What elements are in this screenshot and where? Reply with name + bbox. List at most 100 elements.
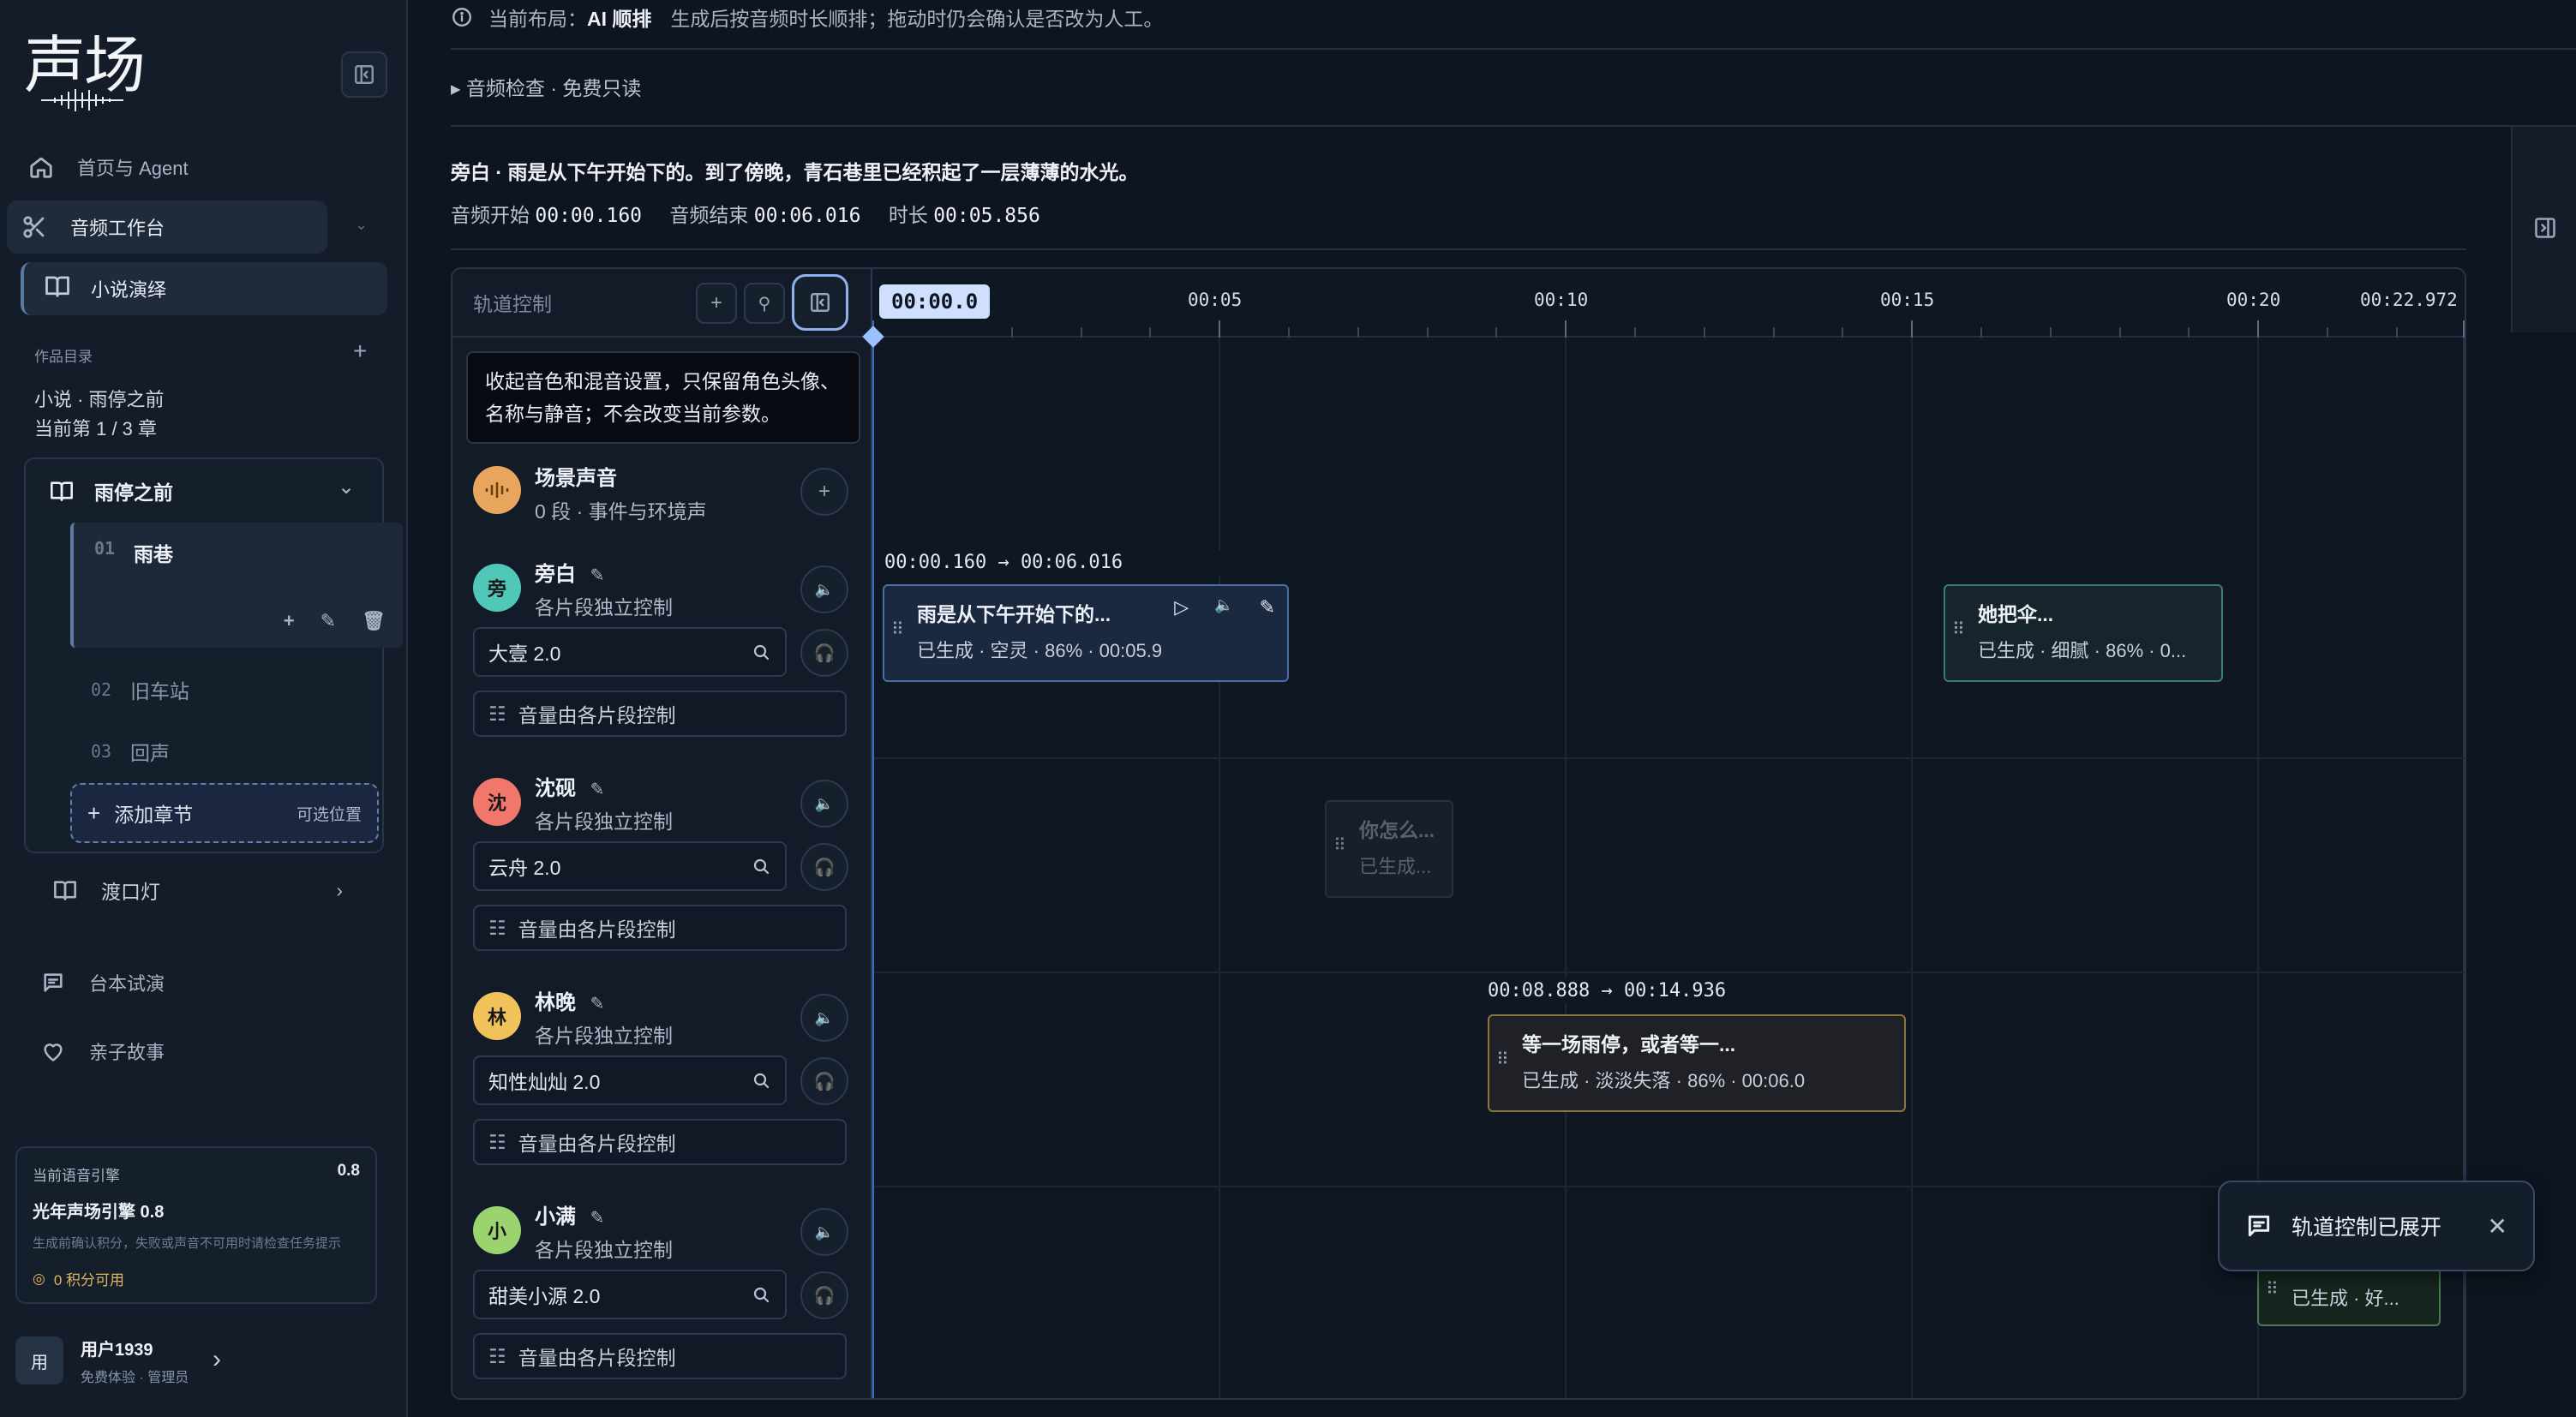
waveform-logo-icon [41,89,123,111]
headphones-icon: 🎧 [813,1072,836,1091]
track-name[interactable]: 小满 ✎ [535,1199,604,1229]
grid-line [1565,338,1567,1398]
plus-icon: + [818,480,830,503]
nav-home[interactable]: 首页与 Agent [14,141,391,194]
book-item-2[interactable]: 渡口灯 › [38,864,363,917]
speaker-icon[interactable]: 🔈 [1214,596,1233,619]
audio-check-toggle[interactable]: ▸ 音频检查 · 免费只读 [451,72,641,101]
minor-tick [1427,327,1429,338]
play-icon[interactable]: ▷ [1174,596,1189,619]
preview-voice-button[interactable]: 🎧 [800,629,848,677]
voice-selector[interactable]: 甜美小源 2.0 [473,1270,787,1319]
work-progress: 当前第 1 / 3 章 [34,418,158,439]
volume-control[interactable]: ☷ 音量由各片段控制 [473,905,847,951]
edit-icon[interactable]: ✎ [590,1209,605,1228]
chapter-item[interactable]: 01 雨巷 + ✎ 🗑 [70,523,403,648]
sliders-icon: ☷ [488,1130,506,1153]
voice-name: 知性灿灿 2.0 [488,1071,601,1093]
preview-voice-button[interactable]: 🎧 [800,1271,848,1319]
lane-divider [872,757,2465,759]
brand-logo[interactable]: 声场 [24,31,146,117]
linwan-clip[interactable]: ⠿ 等一场雨停，或者等一... 已生成 · 淡淡失落 · 86% · 00:06… [1488,1014,1906,1112]
shenyan-clip[interactable]: ⠿ 你怎么... 已生成... [1325,800,1453,898]
track-name-text: 小满 [535,1205,576,1229]
nav-novel[interactable]: 小说演绎 [21,262,387,315]
track-name[interactable]: 旁白 ✎ [535,557,604,587]
playhead-time[interactable]: 00:00.0 [879,284,991,319]
chevron-right-icon: › [336,878,343,901]
add-scene-sound-button[interactable]: + [800,468,848,516]
chapter-item[interactable]: 03 回声 [70,725,403,778]
chapter-item[interactable]: 02 旧车站 [70,663,403,716]
major-tick [1565,320,1567,338]
drag-handle-icon[interactable]: ⠿ [1496,1049,1509,1070]
voice-name: 大壹 2.0 [488,643,561,665]
narrator-clip[interactable]: ⠿ 雨是从下午开始下的... 已生成 · 空灵 · 86% · 00:05.9 … [883,584,1289,682]
book-header[interactable]: 雨停之前 [50,476,173,505]
add-work-button[interactable]: + [353,338,367,365]
track-name: 场景声音 [535,467,617,490]
minor-tick [1357,327,1359,338]
nav-script-trial[interactable]: 台本试演 [26,956,403,1009]
track-name[interactable]: 沈砚 ✎ [535,771,604,801]
preview-voice-button[interactable]: 🎧 [800,1057,848,1105]
mute-button[interactable]: 🔈 [800,565,848,613]
add-chapter-button[interactable]: + 添加章节 可选位置 [70,783,379,843]
minor-tick [1842,327,1843,338]
pin-button[interactable]: ⚲ [744,283,785,324]
close-icon[interactable]: ✕ [2488,1212,2507,1241]
message-icon [2248,1215,2270,1237]
chevron-down-icon[interactable]: ⌄ [338,475,355,499]
minor-tick [1773,327,1775,338]
preview-voice-button[interactable]: 🎧 [800,843,848,891]
mute-button[interactable]: 🔈 [800,1208,848,1256]
panel-expand-icon[interactable] [2533,216,2557,240]
edit-icon[interactable]: ✎ [590,566,605,585]
narrator-clip[interactable]: ⠿ 她把伞... 已生成 · 细腻 · 86% · 0... [1944,584,2223,682]
audio-times: 音频开始 00:00.160 音频结束 00:06.016 时长 00:05.8… [451,199,1063,228]
minor-tick [1149,327,1151,338]
collapse-track-panel-button[interactable] [792,274,848,331]
voice-selector[interactable]: 知性灿灿 2.0 [473,1055,787,1105]
track-shenyan: 沈 沈砚 ✎ 各片段独立控制 🔈 云舟 2.0 🎧 ☷ 音量由各片段控制 [452,762,872,977]
sidebar-collapse-button[interactable] [341,51,387,98]
start-time: 00:00.160 [535,205,643,227]
track-xiaoman: 小 小满 ✎ 各片段独立控制 🔈 甜美小源 2.0 🎧 ☷ 音量由各片段控制 [452,1191,872,1398]
voice-name: 甜美小源 2.0 [488,1285,601,1307]
grid-line [1219,338,1220,1398]
drag-handle-icon[interactable]: ⠿ [1333,834,1346,856]
user-profile[interactable]: 用 用户1939 免费体验 · 管理员 › [15,1326,392,1395]
volume-control[interactable]: ☷ 音量由各片段控制 [473,1333,847,1379]
edit-icon[interactable]: ✎ [321,610,336,632]
speaker-icon: 🔈 [814,794,835,812]
mute-button[interactable]: 🔈 [800,780,848,828]
speaker-icon: 🔈 [814,1223,835,1241]
edit-icon[interactable]: ✎ [590,780,605,799]
workbench-expand-icon[interactable]: ⌄ [355,216,368,234]
minor-tick [2050,327,2052,338]
add-track-button[interactable]: + [696,283,737,324]
edit-icon[interactable]: ✎ [1260,596,1275,619]
time-ruler[interactable]: 00:05 00:10 00:15 00:20 00:22.972 00:00. [872,269,2465,338]
major-tick [2257,320,2259,338]
voice-selector[interactable]: 云舟 2.0 [473,841,787,891]
nav-kids-story[interactable]: 亲子故事 [26,1025,403,1078]
add-icon[interactable]: + [284,610,295,632]
drag-handle-icon[interactable]: ⠿ [2266,1278,2279,1300]
mute-button[interactable]: 🔈 [800,994,848,1042]
drag-handle-icon[interactable]: ⠿ [1952,619,1965,640]
drag-handle-icon[interactable]: ⠿ [891,619,904,640]
track-name[interactable]: 林晚 ✎ [535,985,604,1015]
voice-selector[interactable]: 大壹 2.0 [473,627,787,677]
tick-label: 00:05 [1188,290,1243,310]
playhead[interactable] [872,320,874,1398]
user-name: 用户1939 [81,1340,153,1360]
trash-icon[interactable]: 🗑 [362,610,386,632]
nav-workbench[interactable]: 音频工作台 [7,200,327,254]
volume-control[interactable]: ☷ 音量由各片段控制 [473,1119,847,1165]
layout-banner: 当前布局： AI 顺排 生成后按音频时长顺排；拖动时仍会确认是否改为人工。 [451,0,1163,34]
panel-collapse-icon [811,293,830,312]
tick-label: 00:10 [1534,290,1589,310]
volume-control[interactable]: ☷ 音量由各片段控制 [473,691,847,737]
edit-icon[interactable]: ✎ [590,995,605,1013]
